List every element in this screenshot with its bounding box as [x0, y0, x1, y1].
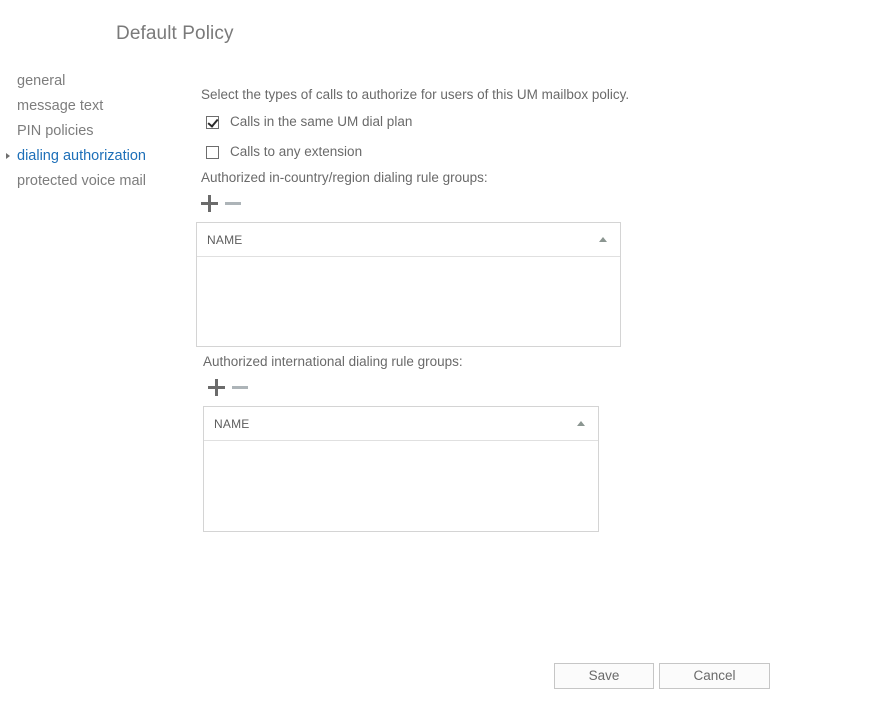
sidebar-item-message-text[interactable]: message text: [0, 94, 190, 119]
in-country-rule-groups-listbox[interactable]: NAME: [196, 222, 621, 347]
sidebar-item-label: general: [17, 73, 65, 89]
checkbox-label: Calls to any extension: [230, 144, 362, 160]
checkbox-row-calls-any-extension[interactable]: Calls to any extension: [206, 144, 362, 160]
sidebar-item-general[interactable]: general: [0, 69, 190, 94]
sidebar-item-label: dialing authorization: [17, 148, 146, 164]
sidebar-item-label: message text: [17, 98, 103, 114]
checkbox-label: Calls in the same UM dial plan: [230, 114, 412, 130]
sidebar-item-label: protected voice mail: [17, 173, 146, 189]
cancel-button[interactable]: Cancel: [659, 663, 770, 689]
in-country-rule-groups-label: Authorized in-country/region dialing rul…: [201, 169, 488, 187]
sort-ascending-icon[interactable]: [577, 421, 585, 426]
minus-icon: [223, 192, 245, 214]
save-button[interactable]: Save: [554, 663, 654, 689]
listbox-body[interactable]: [197, 257, 620, 346]
sidebar-nav: general message text PIN policies dialin…: [0, 69, 190, 194]
listbox-header-row[interactable]: NAME: [204, 407, 598, 441]
footer-actions: Save Cancel: [0, 663, 890, 693]
page-title: Default Policy: [116, 21, 234, 47]
checkbox-calls-any-extension[interactable]: [206, 146, 219, 159]
checkbox-calls-same-um-dial-plan[interactable]: [206, 116, 219, 129]
listbox-header-row[interactable]: NAME: [197, 223, 620, 257]
in-country-rule-groups-toolbar: [199, 192, 245, 214]
sort-ascending-icon[interactable]: [599, 237, 607, 242]
minus-icon: [230, 376, 252, 398]
sidebar-item-dialing-authorization[interactable]: dialing authorization: [0, 144, 190, 169]
international-rule-groups-toolbar: [206, 376, 252, 398]
column-header-name: NAME: [204, 417, 249, 431]
sidebar-item-protected-voice-mail[interactable]: protected voice mail: [0, 169, 190, 194]
checkbox-row-calls-same-um-dial-plan[interactable]: Calls in the same UM dial plan: [206, 114, 412, 130]
column-header-name: NAME: [197, 233, 242, 247]
intro-text: Select the types of calls to authorize f…: [201, 86, 629, 104]
caret-right-icon: [6, 153, 10, 159]
international-rule-groups-listbox[interactable]: NAME: [203, 406, 599, 532]
sidebar-item-pin-policies[interactable]: PIN policies: [0, 119, 190, 144]
plus-icon[interactable]: [206, 376, 230, 398]
plus-icon[interactable]: [199, 192, 223, 214]
international-rule-groups-label: Authorized international dialing rule gr…: [203, 353, 463, 371]
listbox-body[interactable]: [204, 441, 598, 531]
sidebar-item-label: PIN policies: [17, 123, 94, 139]
